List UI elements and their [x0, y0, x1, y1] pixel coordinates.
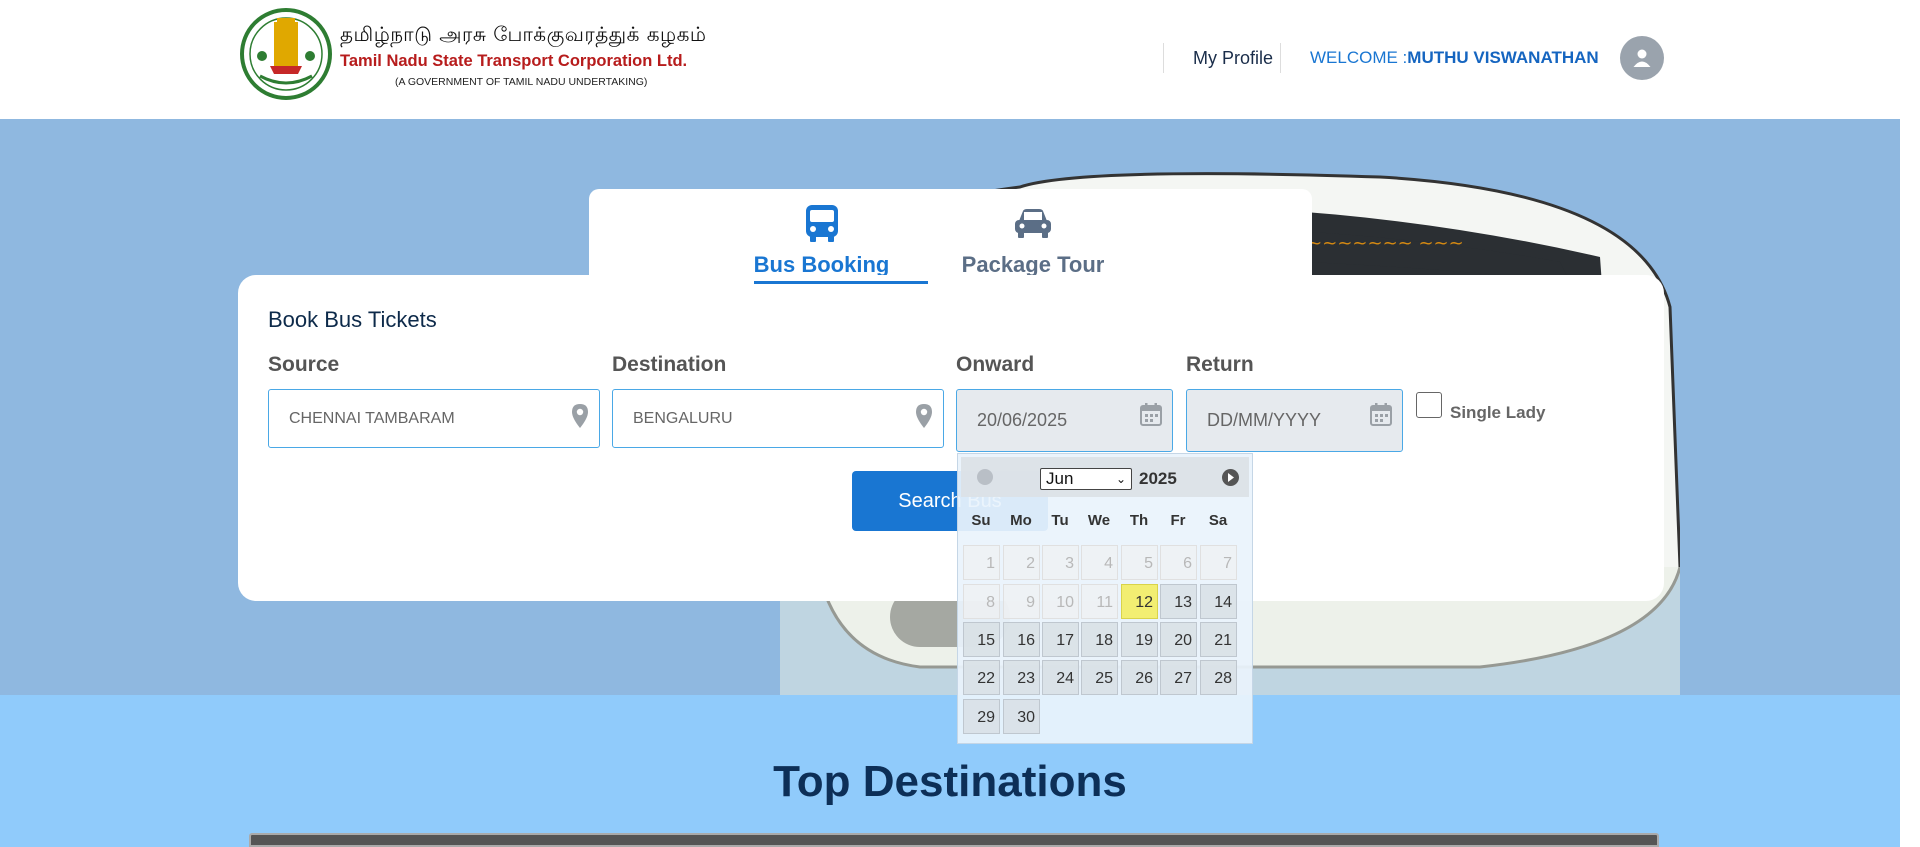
calendar-day-4: 4: [1081, 545, 1118, 580]
calendar-day-9: 9: [1003, 584, 1040, 619]
weekday-header: Fr: [1170, 512, 1186, 529]
tab-package-tour[interactable]: Package Tour: [959, 203, 1107, 278]
person-icon: [1633, 49, 1651, 67]
welcome-user: WELCOME :MUTHU VISWANATHAN: [1310, 48, 1599, 68]
chevron-down-icon: ⌄: [1115, 472, 1126, 486]
return-date-placeholder: DD/MM/YYYY: [1207, 410, 1322, 430]
destination-carousel[interactable]: [249, 833, 1659, 847]
calendar-day-26[interactable]: 26: [1121, 660, 1158, 695]
month-select-value: Jun: [1046, 469, 1074, 488]
site-header: தமிழ்நாடு அரசு போக்குவரத்துக் கழகம் Tami…: [0, 0, 1900, 119]
single-lady-label[interactable]: Single Lady: [1450, 403, 1545, 423]
destination-label: Destination: [612, 353, 727, 376]
user-name: MUTHU VISWANATHAN: [1407, 48, 1599, 67]
prev-month-icon[interactable]: [977, 469, 993, 485]
calendar-day-10: 10: [1042, 584, 1079, 619]
datepicker-header: Jun ⌄ 2025: [961, 457, 1249, 497]
single-lady-checkbox[interactable]: [1416, 392, 1442, 418]
onward-date-value: 20/06/2025: [977, 410, 1068, 430]
weekday-header: We: [1087, 512, 1111, 529]
weekday-header: Tu: [1051, 512, 1069, 529]
calendar-day-16[interactable]: 16: [1003, 622, 1040, 657]
calendar-day-12[interactable]: 12: [1121, 584, 1158, 619]
user-avatar-icon[interactable]: [1620, 36, 1664, 80]
logo-subtitle: (A GOVERNMENT OF TAMIL NADU UNDERTAKING): [395, 76, 648, 88]
tnstc-logo[interactable]: தமிழ்நாடு அரசு போக்குவரத்துக் கழகம் Tami…: [240, 4, 707, 104]
calendar-day-25[interactable]: 25: [1081, 660, 1118, 695]
calendar-day-5: 5: [1121, 545, 1158, 580]
datepicker-popup: Jun ⌄ 2025 Su Mo Tu We Th Fr Sa 1 2 3 4 5 6 7 8 9 10 11 1…: [957, 453, 1253, 744]
bus-icon: [805, 205, 838, 242]
booking-card: Book Bus Tickets Source Destination Onwa…: [238, 275, 1664, 601]
logo-english-text: Tamil Nadu State Transport Corporation L…: [340, 52, 688, 70]
calendar-day-1: 1: [963, 545, 1000, 580]
month-select[interactable]: Jun ⌄: [1040, 468, 1132, 490]
arrow-right-icon: [1228, 473, 1234, 482]
calendar-day-23[interactable]: 23: [1003, 660, 1040, 695]
weekday-header: Sa: [1208, 512, 1228, 529]
destination-value: BENGALURU: [633, 410, 733, 427]
calendar-day-18[interactable]: 18: [1081, 622, 1118, 657]
calendar-day-19[interactable]: 19: [1121, 622, 1158, 657]
weekday-header: Th: [1129, 512, 1149, 529]
calendar-day-27[interactable]: 27: [1160, 660, 1197, 695]
source-label: Source: [268, 353, 340, 376]
location-pin-icon: [572, 404, 588, 428]
calendar-day-29[interactable]: 29: [963, 699, 1000, 734]
booking-card-title: Book Bus Tickets: [268, 307, 437, 332]
calendar-day-30[interactable]: 30: [1003, 699, 1040, 734]
weekday-header: Mo: [1010, 512, 1032, 529]
year-label: 2025: [1139, 469, 1177, 488]
calendar-icon[interactable]: [1370, 402, 1392, 426]
header-divider: [1163, 43, 1164, 73]
destination-input[interactable]: BENGALURU: [612, 389, 944, 448]
location-pin-icon: [916, 404, 932, 428]
calendar-day-15[interactable]: 15: [963, 622, 1000, 657]
header-divider: [1280, 43, 1281, 73]
return-date-input[interactable]: DD/MM/YYYY: [1186, 389, 1403, 452]
source-input[interactable]: CHENNAI TAMBARAM: [268, 389, 600, 448]
source-value: CHENNAI TAMBARAM: [289, 410, 455, 427]
logo-tamil-text: தமிழ்நாடு அரசு போக்குவரத்துக் கழகம்: [340, 22, 707, 46]
calendar-day-6: 6: [1160, 545, 1197, 580]
calendar-day-11: 11: [1081, 584, 1118, 619]
onward-label: Onward: [956, 353, 1035, 376]
calendar-day-8: 8: [963, 584, 1000, 619]
car-icon: [1015, 209, 1051, 238]
calendar-day-28[interactable]: 28: [1200, 660, 1237, 695]
calendar-day-13[interactable]: 13: [1160, 584, 1197, 619]
calendar-day-7: 7: [1200, 545, 1237, 580]
tamil-nadu-emblem-icon: [240, 8, 332, 100]
calendar-day-17[interactable]: 17: [1042, 622, 1079, 657]
calendar-day-22[interactable]: 22: [963, 660, 1000, 695]
calendar-day-20[interactable]: 20: [1160, 622, 1197, 657]
calendar-icon[interactable]: [1140, 402, 1162, 426]
calendar-day-24[interactable]: 24: [1042, 660, 1079, 695]
top-destinations-section: Top Destinations: [0, 695, 1900, 847]
calendar-day-3: 3: [1042, 545, 1079, 580]
onward-date-input[interactable]: 20/06/2025: [956, 389, 1173, 452]
welcome-prefix: WELCOME :: [1310, 48, 1408, 67]
tab-bus-booking[interactable]: Bus Booking: [752, 203, 891, 278]
calendar-day-14[interactable]: 14: [1200, 584, 1237, 619]
my-profile-link[interactable]: My Profile: [1193, 48, 1273, 69]
next-month-icon[interactable]: [1222, 469, 1239, 486]
active-tab-indicator: [754, 281, 928, 284]
calendar-day-2: 2: [1003, 545, 1040, 580]
weekday-header: Su: [971, 512, 991, 529]
top-destinations-heading: Top Destinations: [773, 757, 1127, 806]
return-label: Return: [1186, 353, 1254, 376]
calendar-day-21[interactable]: 21: [1200, 622, 1237, 657]
